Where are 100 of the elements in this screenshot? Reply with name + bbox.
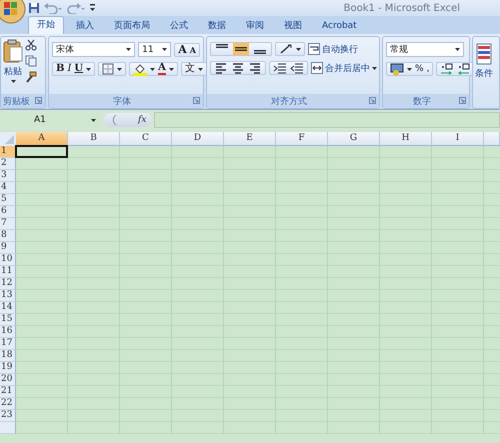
row-header[interactable]: 3 [0, 170, 16, 182]
column-header[interactable]: E [224, 132, 276, 146]
conditional-format-button[interactable]: 条件 [475, 43, 493, 108]
group-label: 剪贴板 [3, 96, 30, 108]
row-header[interactable]: 19 [0, 362, 16, 374]
percent-button[interactable]: % [415, 63, 424, 75]
name-box[interactable]: A1 [0, 113, 100, 127]
row-header[interactable]: 17 [0, 338, 16, 350]
merge-center-button[interactable]: 合并后居中 [311, 62, 377, 74]
align-lines-icon[interactable] [233, 43, 249, 55]
caret-icon[interactable] [407, 68, 412, 70]
row-header[interactable]: 13 [0, 290, 16, 302]
row-header[interactable]: 20 [0, 374, 16, 386]
caret-icon[interactable] [126, 48, 132, 51]
row-header[interactable]: 10 [0, 254, 16, 266]
font-color-button[interactable]: A [158, 63, 166, 75]
row-header[interactable]: 21 [0, 386, 16, 398]
caret-icon[interactable] [168, 68, 174, 70]
column-header[interactable]: I [432, 132, 484, 146]
ribbon-tab[interactable]: 审阅 [238, 18, 272, 34]
merge-icon[interactable] [311, 62, 323, 74]
insert-function-button[interactable]: fx [138, 115, 146, 125]
row-header[interactable]: 7 [0, 218, 16, 230]
column-header[interactable]: H [380, 132, 432, 146]
bold-button[interactable]: B [56, 63, 64, 75]
align-lines-icon[interactable] [248, 62, 262, 74]
number-format-field[interactable]: 常规 [386, 42, 464, 57]
decrease-decimal-icon[interactable] [457, 63, 472, 75]
column-header[interactable]: A [16, 132, 68, 146]
row-header[interactable]: 6 [0, 206, 16, 218]
underline-button[interactable]: U [74, 63, 84, 75]
caret-icon[interactable] [10, 80, 16, 83]
table-icon[interactable] [476, 43, 492, 65]
row-header[interactable]: 22 [0, 398, 16, 410]
caret-icon[interactable] [86, 68, 92, 70]
orientation-icon[interactable] [279, 43, 293, 55]
grow-font-button[interactable]: A [178, 44, 187, 56]
column-header[interactable]: D [172, 132, 224, 146]
row-header[interactable]: 11 [0, 266, 16, 278]
row-header[interactable]: 2 [0, 158, 16, 170]
wrap-icon[interactable] [308, 43, 320, 55]
row-header[interactable]: 15 [0, 314, 16, 326]
ribbon-tab[interactable]: 开始 [28, 16, 64, 34]
caret-icon[interactable] [150, 68, 156, 70]
caret-icon[interactable] [296, 48, 301, 50]
paste-button[interactable]: 粘贴 [3, 39, 23, 92]
active-cell[interactable] [15, 145, 68, 158]
align-lines-icon[interactable] [214, 62, 228, 74]
caret-icon[interactable] [91, 118, 96, 122]
launcher-icon[interactable] [35, 97, 42, 104]
italic-button[interactable]: I [67, 63, 72, 75]
row-header[interactable]: 1 [0, 146, 16, 158]
group-label: 对齐方式 [271, 96, 307, 108]
comma-button[interactable]: , [426, 63, 430, 75]
column-header[interactable]: F [276, 132, 328, 146]
ribbon-tab[interactable]: 数据 [200, 18, 234, 34]
row-header[interactable]: 9 [0, 242, 16, 254]
customize-icon[interactable] [89, 3, 96, 13]
caret-icon[interactable] [117, 68, 122, 70]
brush-icon[interactable] [25, 71, 37, 83]
row-header[interactable]: 14 [0, 302, 16, 314]
save-icon[interactable] [28, 2, 40, 14]
caret-icon[interactable] [455, 48, 460, 51]
font-size-field[interactable]: 11 [138, 42, 172, 57]
border-icon[interactable] [102, 63, 114, 75]
scissors-icon[interactable] [25, 39, 37, 51]
column-header[interactable]: G [328, 132, 380, 146]
launcher-icon[interactable] [193, 97, 200, 104]
currency-icon[interactable] [390, 62, 404, 76]
caret-icon[interactable] [372, 66, 377, 70]
formula-input[interactable] [154, 112, 500, 128]
caret-icon[interactable] [162, 48, 168, 51]
ribbon-tab[interactable]: 视图 [276, 18, 310, 34]
row-header[interactable]: 23 [0, 410, 16, 422]
row-header[interactable]: 16 [0, 326, 16, 338]
row-header[interactable]: 12 [0, 278, 16, 290]
ribbon-tab[interactable]: Acrobat [314, 18, 365, 34]
row-header[interactable]: 4 [0, 182, 16, 194]
increase-decimal-icon[interactable] [440, 63, 454, 75]
shrink-font-button[interactable]: A [190, 44, 196, 56]
wrap-text-button[interactable]: 自动换行 [308, 42, 358, 56]
indent-icon[interactable] [273, 62, 287, 74]
group-label: 字体 [113, 96, 131, 108]
font-name-field[interactable]: 宋体 [52, 42, 136, 57]
launcher-icon[interactable] [459, 97, 466, 104]
indent-icon[interactable] [290, 62, 304, 74]
ribbon-tab[interactable]: 页面布局 [106, 18, 158, 34]
align-lines-icon[interactable] [231, 62, 245, 74]
caret-icon[interactable] [198, 68, 203, 70]
copy-icon[interactable] [25, 55, 37, 67]
ribbon-tab[interactable]: 公式 [162, 18, 196, 34]
ribbon-tab[interactable]: 插入 [68, 18, 102, 34]
row-header[interactable]: 8 [0, 230, 16, 242]
fill-color-icon[interactable] [133, 62, 148, 76]
clipboard-icon[interactable] [3, 39, 23, 63]
launcher-icon[interactable] [369, 97, 376, 104]
column-header[interactable]: C [120, 132, 172, 146]
row-header[interactable]: 18 [0, 350, 16, 362]
column-header[interactable]: B [68, 132, 120, 146]
row-header[interactable]: 5 [0, 194, 16, 206]
